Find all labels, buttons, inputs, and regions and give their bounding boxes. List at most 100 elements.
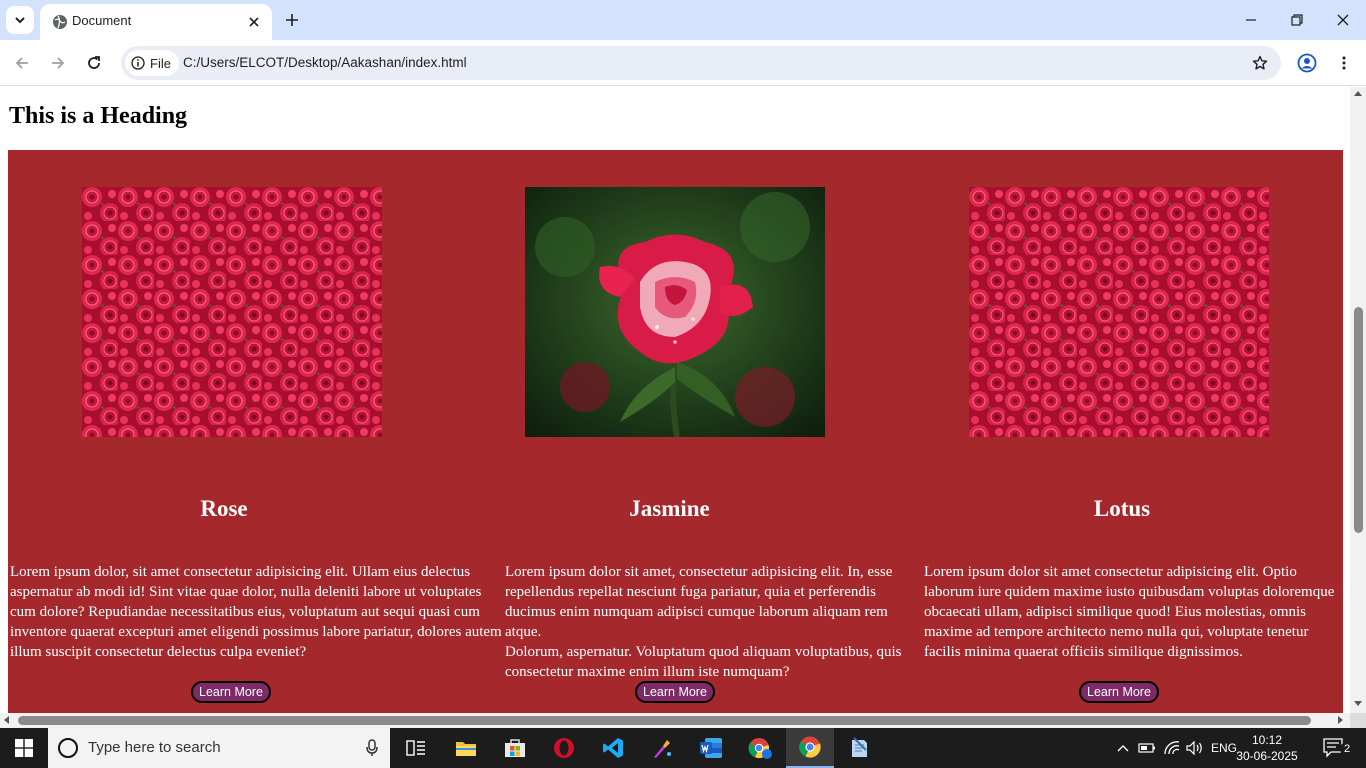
text-line: repellendus repellat nesciunt fuga paria… xyxy=(505,584,876,600)
restore-button[interactable] xyxy=(1274,0,1320,40)
folder-icon xyxy=(456,742,476,756)
card-description: Lorem ipsum dolor sit amet consectetur a… xyxy=(924,562,1334,662)
battery-icon[interactable] xyxy=(1136,728,1158,768)
account-icon xyxy=(1297,53,1317,73)
more-vertical-icon xyxy=(1342,56,1346,70)
card-jasmine: Jasmine Lorem ipsum dolor sit amet, cons… xyxy=(503,150,922,713)
paint-brush-icon xyxy=(654,740,671,758)
wifi-icon[interactable] xyxy=(1160,728,1184,768)
text-line: obcaecati ullam, adipisci similique quod… xyxy=(924,604,1307,620)
card-description: Lorem ipsum dolor sit amet, consectetur … xyxy=(505,562,922,682)
card-description: Lorem ipsum dolor, sit amet consectetur … xyxy=(10,562,502,662)
close-icon xyxy=(249,17,259,27)
chrome-button[interactable] xyxy=(786,728,834,768)
tab-title: Document xyxy=(72,13,132,28)
chrome-profile-icon xyxy=(748,738,772,759)
text-line: Dolorum, aspernatur. Voluptatum quod ali… xyxy=(505,644,902,660)
notification-count-badge: 2 xyxy=(1340,742,1354,756)
close-window-button[interactable] xyxy=(1320,0,1366,40)
cards-container: Rose Lorem ipsum dolor, sit amet consect… xyxy=(8,150,1343,713)
chrome-profile-button[interactable] xyxy=(736,728,784,768)
plus-icon xyxy=(286,14,298,26)
text-line: illum suscipit consectetur delectus culp… xyxy=(10,644,307,660)
chevron-up-icon xyxy=(1117,745,1129,752)
forward-button[interactable] xyxy=(44,49,72,77)
paint-button[interactable] xyxy=(638,728,686,768)
reload-button[interactable] xyxy=(80,49,108,77)
store-icon xyxy=(505,739,525,757)
card-title: Jasmine xyxy=(629,496,710,521)
show-hidden-icons-button[interactable] xyxy=(1112,728,1134,768)
card-title: Lotus xyxy=(1093,496,1151,521)
vertical-scrollbar[interactable] xyxy=(1350,87,1366,713)
star-icon xyxy=(1252,55,1268,70)
notepad-button[interactable] xyxy=(835,728,883,768)
address-bar[interactable]: File C:/Users/ELCOT/Desktop/Aakashan/ind… xyxy=(121,46,1281,80)
learn-more-button[interactable]: Learn More xyxy=(1079,681,1159,703)
start-button[interactable] xyxy=(0,728,48,768)
notepad-icon xyxy=(852,737,867,757)
roses-image xyxy=(969,187,1269,437)
restore-icon xyxy=(1291,14,1303,26)
reload-icon xyxy=(88,56,100,69)
scroll-up-arrow-icon[interactable] xyxy=(1354,91,1362,96)
page-heading: This is a Heading xyxy=(9,103,188,129)
browser-tab[interactable]: Document xyxy=(40,4,272,40)
close-tab-button[interactable] xyxy=(244,12,264,32)
scroll-right-arrow-icon[interactable] xyxy=(1338,716,1343,724)
windows-logo-icon xyxy=(15,739,33,757)
scroll-down-arrow-icon[interactable] xyxy=(1354,701,1362,706)
card-lotus: Lotus Lorem ipsum dolor sit amet consect… xyxy=(922,150,1343,713)
arrow-right-icon xyxy=(52,57,65,69)
arrow-left-icon xyxy=(15,57,28,69)
taskbar-clock[interactable]: 10:12 30-06-2025 xyxy=(1236,732,1298,764)
vscode-button[interactable] xyxy=(589,728,637,768)
learn-more-button[interactable]: Learn More xyxy=(191,681,271,703)
rose-image xyxy=(525,187,825,437)
text-line: cum dolore? Repudiandae necessitatibus e… xyxy=(10,604,480,620)
horizontal-scrollbar[interactable] xyxy=(0,713,1350,728)
learn-more-button[interactable]: Learn More xyxy=(635,681,715,703)
text-line: inventore quaerat excepturi amet eligend… xyxy=(10,624,502,640)
minimize-button[interactable] xyxy=(1228,0,1274,40)
site-chip-label: File xyxy=(150,55,171,71)
site-info-chip[interactable]: File xyxy=(125,50,179,76)
new-tab-button[interactable] xyxy=(280,8,304,32)
chevron-down-icon xyxy=(15,17,25,24)
scroll-left-arrow-icon[interactable] xyxy=(4,716,9,724)
text-line: laborum iure quidem maxime iusto quibusd… xyxy=(924,584,1335,600)
horizontal-scroll-thumb[interactable] xyxy=(18,716,1311,725)
clock-date: 30-06-2025 xyxy=(1236,749,1298,763)
word-icon xyxy=(700,738,722,758)
url-text[interactable]: C:/Users/ELCOT/Desktop/Aakashan/index.ht… xyxy=(183,55,467,70)
opera-icon xyxy=(554,738,574,758)
bookmark-button[interactable] xyxy=(1249,52,1271,74)
windows-taskbar: Type here to search ENG 10:12 30-06-2025… xyxy=(0,728,1366,768)
profile-button[interactable] xyxy=(1293,49,1321,77)
microphone-icon[interactable] xyxy=(366,739,378,757)
microsoft-store-button[interactable] xyxy=(491,728,539,768)
card-title: Rose xyxy=(200,496,248,521)
vertical-scroll-thumb[interactable] xyxy=(1354,307,1363,533)
text-line: Lorem ipsum dolor, sit amet consectetur … xyxy=(10,564,471,580)
minimize-icon xyxy=(1246,19,1256,21)
text-line: ducimus enim numquam adipisci cumque lab… xyxy=(505,604,888,640)
text-line: consectetur maxime enim illum iste numqu… xyxy=(505,664,790,680)
search-icon xyxy=(58,738,78,758)
info-icon xyxy=(131,56,145,70)
notification-center-button[interactable]: 2 xyxy=(1318,734,1358,762)
back-button[interactable] xyxy=(8,49,36,77)
text-line: Lorem ipsum dolor sit amet consectetur a… xyxy=(924,564,1297,580)
file-explorer-button[interactable] xyxy=(442,728,490,768)
clock-time: 10:12 xyxy=(1251,733,1283,747)
opera-button[interactable] xyxy=(540,728,588,768)
vscode-icon xyxy=(603,738,623,758)
text-line: aspernatur ab modi id! Sint vitae quae d… xyxy=(10,584,482,600)
tab-search-button[interactable] xyxy=(6,6,34,34)
task-view-button[interactable] xyxy=(392,728,440,768)
menu-button[interactable] xyxy=(1330,49,1358,77)
volume-icon[interactable] xyxy=(1184,728,1206,768)
taskbar-search-box[interactable]: Type here to search xyxy=(48,728,390,768)
word-button[interactable] xyxy=(687,728,735,768)
task-view-icon xyxy=(406,740,425,756)
